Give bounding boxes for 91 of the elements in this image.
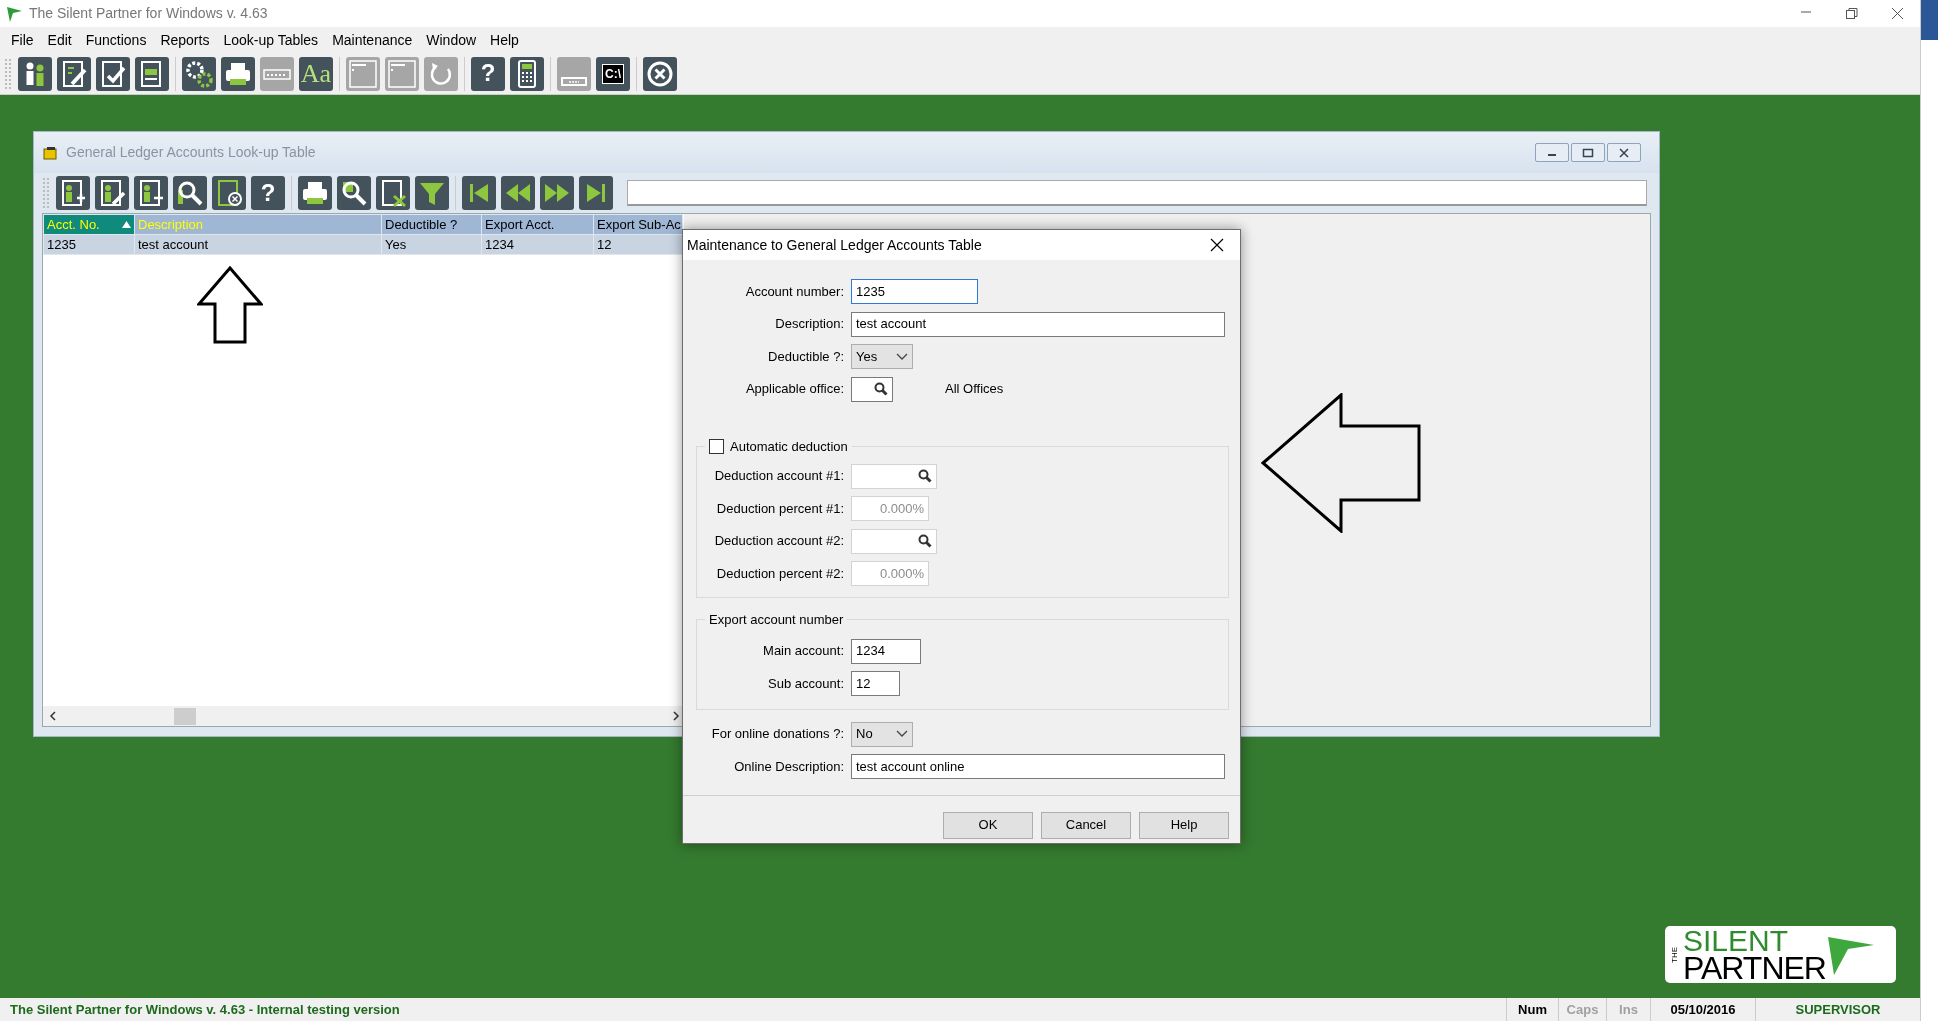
check-document-icon[interactable] (96, 56, 130, 91)
previous-icon[interactable] (501, 176, 535, 210)
help-button[interactable]: ? (471, 56, 505, 91)
next-icon[interactable] (540, 176, 574, 210)
tax-document-icon[interactable] (135, 56, 169, 91)
menu-item[interactable]: Reports (153, 29, 217, 51)
close-icon[interactable] (1889, 6, 1905, 21)
field-label: Deduction account #2: (713, 533, 845, 549)
table-cell: 1235 (43, 234, 135, 255)
first-icon[interactable] (462, 176, 496, 210)
field-label: Account number: (744, 283, 845, 300)
delete-document-icon[interactable] (212, 176, 246, 210)
scroll-right-icon[interactable] (670, 710, 682, 722)
edit-document-icon[interactable] (57, 56, 91, 91)
status-indicator: Caps (1558, 998, 1606, 1021)
field-label: Applicable office: (744, 381, 845, 397)
ok-button[interactable]: OK (943, 811, 1033, 839)
scroll-left-icon[interactable] (47, 710, 59, 722)
remove-person-icon[interactable] (134, 176, 168, 210)
menu-item[interactable]: Edit (40, 29, 79, 51)
search-icon[interactable] (874, 382, 888, 396)
field-label: Description: (774, 316, 845, 332)
menu-item[interactable]: Look-up Tables (216, 29, 326, 51)
field-label: Sub account: (767, 675, 845, 692)
command-prompt-button[interactable]: C:\ (596, 56, 630, 91)
field-label: Deduction percent #1: (715, 500, 845, 517)
cancel-icon[interactable] (643, 56, 677, 91)
scrollbar[interactable] (43, 706, 684, 726)
field-label: Main account: (762, 643, 845, 659)
preview-icon[interactable] (337, 176, 371, 210)
input-field[interactable]: 12 (851, 671, 900, 696)
chevron-down-icon (896, 730, 908, 738)
font-button[interactable]: Aa (299, 56, 333, 91)
lookup-field[interactable] (851, 376, 893, 402)
field-label: Deduction account #1: (713, 468, 845, 484)
field-label: Deductible ?: (767, 348, 845, 365)
calculator-icon[interactable] (510, 56, 544, 91)
status-message: The Silent Partner for Windows v. 4.63 - Internal testing version (9, 1001, 401, 1018)
field-label: Online Description: (733, 758, 845, 775)
printer-icon[interactable] (221, 56, 255, 91)
menu-item[interactable]: Help (483, 29, 526, 51)
window-title: The Silent Partner for Windows v. 4.63 (29, 5, 269, 22)
printer-icon[interactable] (298, 176, 332, 210)
spreadsheet-icon[interactable] (376, 176, 410, 210)
column-header[interactable]: Export Sub-Ac (593, 214, 683, 235)
dialog-title: Maintenance to General Ledger Accounts Table (687, 236, 983, 254)
edit-person-icon[interactable] (95, 176, 129, 210)
menu-item[interactable]: Maintenance (325, 29, 420, 51)
help-button[interactable]: ? (251, 176, 285, 210)
status-indicator: Num (1506, 998, 1558, 1021)
input-field[interactable]: test account online (851, 754, 1225, 779)
scroll-thumb[interactable] (174, 707, 196, 725)
filter-icon[interactable] (415, 176, 449, 210)
checkbox[interactable] (709, 439, 724, 454)
cancel-button[interactable]: Cancel (1041, 811, 1131, 839)
column-header[interactable]: Export Acct. (481, 214, 594, 235)
input-field[interactable]: 1234 (851, 638, 921, 664)
column-header[interactable]: Acct. No. (43, 214, 135, 235)
input-field[interactable]: test account (851, 311, 1225, 337)
menu-item[interactable]: Window (419, 29, 484, 51)
chevron-down-icon (896, 352, 908, 361)
people-icon[interactable] (18, 56, 52, 91)
input-field[interactable]: 1235 (851, 279, 978, 304)
close-icon[interactable] (1210, 238, 1224, 252)
restore-icon[interactable] (1843, 6, 1859, 21)
field-label: For online donations ?: (710, 726, 845, 742)
logo-text: SILENT (1683, 926, 1790, 954)
status-date: 05/10/2016 (1650, 998, 1755, 1021)
column-header[interactable]: Deductible ? (381, 214, 482, 235)
logo-text: PARTNER (1683, 953, 1826, 983)
group-title: Export account number (709, 611, 844, 628)
help-button[interactable]: Help (1139, 811, 1229, 839)
logo-text: THE (1671, 946, 1679, 963)
dropdown[interactable]: Yes (851, 344, 913, 369)
gears-icon[interactable] (182, 56, 216, 91)
menu-item[interactable]: File (4, 29, 41, 51)
search-icon[interactable] (173, 176, 207, 210)
app-logo-icon (5, 4, 23, 23)
sort-icon (122, 221, 131, 228)
search-field[interactable] (627, 180, 1647, 206)
menu-item[interactable]: Functions (78, 29, 154, 51)
field-label: Deduction percent #2: (715, 565, 845, 582)
checkbox-label: Automatic deduction (730, 438, 848, 455)
last-icon[interactable] (579, 176, 613, 210)
dropdown[interactable]: No (851, 721, 913, 747)
add-person-icon[interactable] (56, 176, 90, 210)
office-name: All Offices (945, 381, 1004, 397)
window-title: General Ledger Accounts Look-up Table (66, 144, 317, 161)
window-icon (42, 144, 58, 161)
status-indicator: Ins (1606, 998, 1650, 1021)
close-icon[interactable] (1616, 145, 1632, 160)
